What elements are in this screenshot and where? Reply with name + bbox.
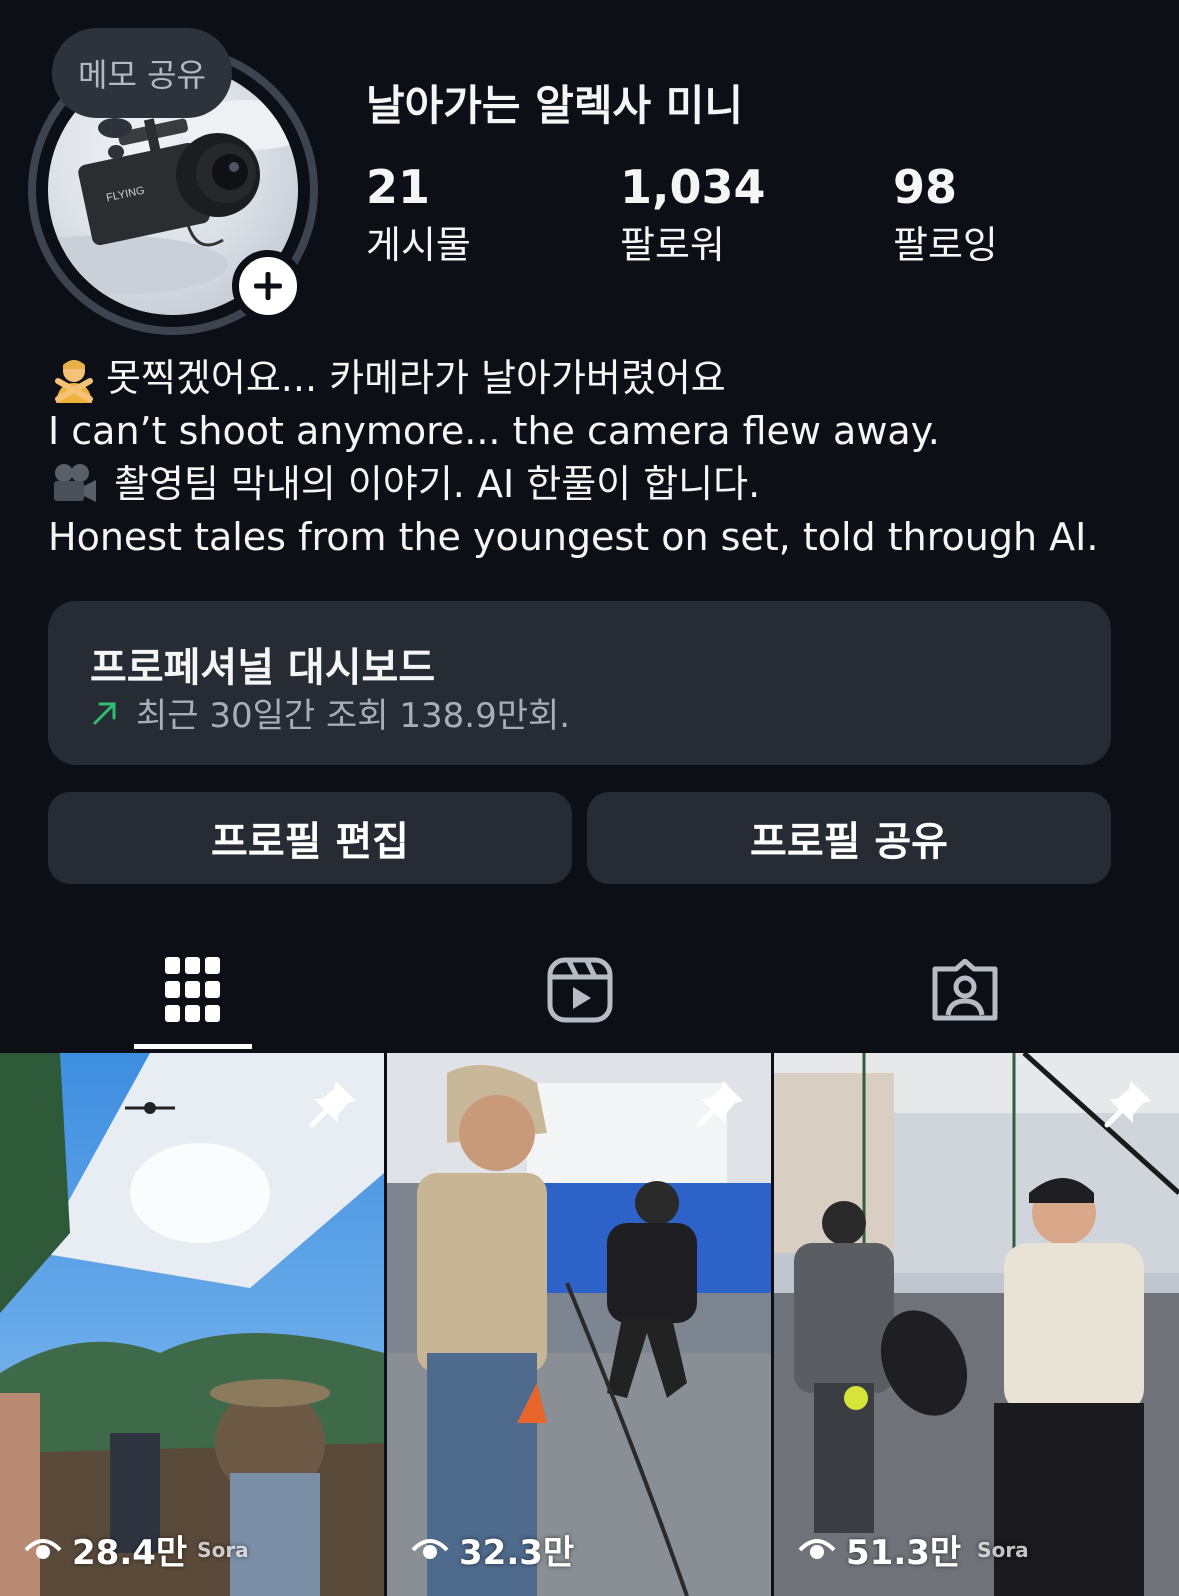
- edit-profile-label: 프로필 편집: [211, 819, 409, 865]
- memo-share-label: 메모 공유: [78, 56, 206, 94]
- post-3-watermark: Sora: [977, 1537, 1029, 1562]
- views-icon: [798, 1538, 836, 1559]
- tab-grid[interactable]: [148, 945, 238, 1035]
- trend-up-arrow-icon: [93, 702, 116, 724]
- grid-icon: [165, 957, 220, 1022]
- add-story-button[interactable]: [232, 250, 304, 322]
- following-count: 98: [893, 160, 958, 214]
- stat-followers[interactable]: 1,034 팔로워: [620, 160, 766, 269]
- post-1-views: 28.4만 Sora: [24, 1525, 249, 1574]
- dashboard-title: 프로페셔널 대시보드: [90, 645, 436, 691]
- post-thumbnail-1[interactable]: 28.4만 Sora: [0, 1053, 384, 1596]
- active-tab-indicator: [134, 1044, 252, 1049]
- post-1-watermark: Sora: [197, 1537, 249, 1562]
- share-profile-button[interactable]: 프로필 공유: [587, 792, 1111, 884]
- post-1-views-count: 28.4만: [72, 1533, 188, 1573]
- post-image-drone-set: [0, 1053, 384, 1596]
- tagged-icon: [932, 959, 998, 1021]
- pin-icon: [309, 1081, 356, 1128]
- post-thumbnail-2[interactable]: 32.3만: [387, 1053, 771, 1596]
- bubble-tail-small: [108, 145, 124, 159]
- post-image-lens-swing: [774, 1053, 1179, 1596]
- stat-posts[interactable]: 21 게시물: [366, 160, 471, 269]
- share-profile-label: 프로필 공유: [750, 819, 948, 865]
- posts-count: 21: [366, 160, 431, 214]
- stat-following[interactable]: 98 팔로잉: [893, 160, 998, 269]
- post-2-views: 32.3만: [411, 1525, 574, 1574]
- post-3-views: 51.3만 Sora: [798, 1525, 1029, 1574]
- tab-tagged[interactable]: [920, 945, 1010, 1035]
- post-image-set-runner: [387, 1053, 771, 1596]
- bio-line-3: 촬영팀 막내의 이야기. AI 한풀이 합니다.: [114, 462, 761, 506]
- plus-icon: [254, 272, 282, 300]
- dashboard-views-text: 최근 30일간 조회 138.9만회.: [136, 696, 571, 736]
- post-2-views-count: 32.3만: [459, 1533, 575, 1573]
- views-icon: [24, 1538, 62, 1559]
- pin-icon: [1104, 1081, 1151, 1128]
- profile-username: 날아가는 알렉사 미니: [366, 81, 744, 130]
- memo-share-bubble[interactable]: 메모 공유: [52, 28, 232, 118]
- profile-bio: 못찍겠어요... 카메라가 날아가버렸어요 I can’t shoot anym…: [48, 352, 1098, 564]
- edit-profile-button[interactable]: 프로필 편집: [48, 792, 572, 884]
- bio-line-4: Honest tales from the youngest on set, t…: [48, 515, 1099, 559]
- bio-line-2: I can’t shoot anymore... the camera flew…: [48, 409, 940, 453]
- followers-label: 팔로워: [620, 223, 725, 267]
- posts-label: 게시물: [366, 223, 471, 267]
- following-label: 팔로잉: [893, 223, 998, 267]
- person-gesturing-no-emoji-icon: [55, 359, 93, 403]
- pin-icon: [696, 1081, 743, 1128]
- followers-count: 1,034: [620, 160, 766, 214]
- reels-icon: [547, 957, 613, 1023]
- tab-reels[interactable]: [535, 945, 625, 1035]
- bubble-tail: [98, 118, 132, 138]
- movie-camera-emoji-icon: [54, 463, 96, 502]
- post-thumbnail-3[interactable]: 51.3만 Sora: [774, 1053, 1179, 1596]
- post-3-views-count: 51.3만: [846, 1533, 962, 1573]
- bio-line-1: 못찍겠어요... 카메라가 날아가버렸어요: [106, 356, 726, 400]
- views-icon: [411, 1538, 449, 1559]
- dashboard-subtitle: 최근 30일간 조회 138.9만회.: [90, 688, 570, 737]
